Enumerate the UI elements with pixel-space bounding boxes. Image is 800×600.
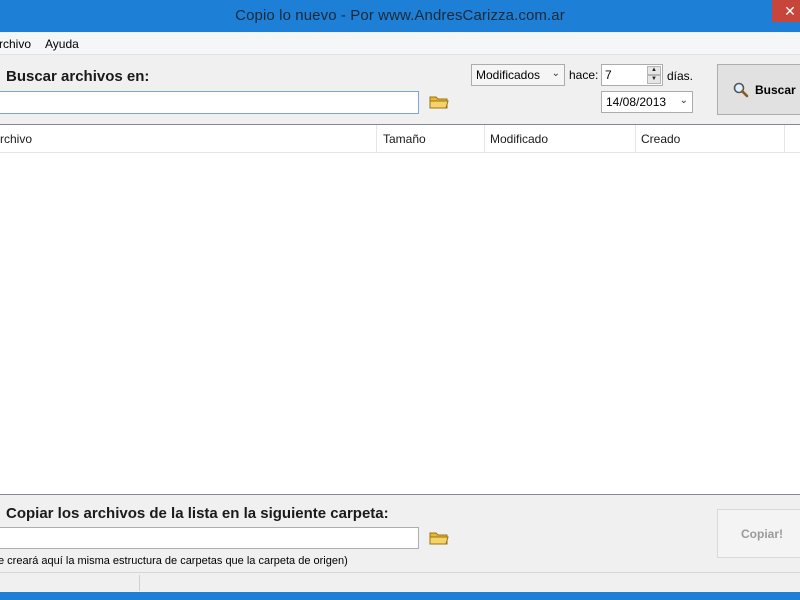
close-icon: ✕ (784, 3, 796, 19)
date-value: 14/08/2013 (606, 95, 667, 109)
search-button-label: Buscar (755, 82, 796, 97)
search-path-input[interactable] (0, 91, 419, 114)
chevron-down-icon: ⌄ (551, 68, 560, 79)
stepper-up-button[interactable]: ▲ (647, 66, 661, 75)
browse-copy-folder-button[interactable] (427, 527, 451, 549)
days-value: 7 (605, 68, 612, 82)
status-separator (139, 575, 140, 591)
menu-bar: rchivo Ayuda (0, 33, 800, 55)
status-bar (0, 572, 800, 592)
folder-icon (429, 532, 449, 545)
search-section-label: Buscar archivos en: (6, 68, 150, 85)
folder-icon (429, 96, 449, 109)
title-bar[interactable]: Copio lo nuevo - Por www.AndresCarizza.c… (0, 0, 800, 32)
window-bottom-frame (0, 592, 800, 600)
column-header-modificado[interactable]: Modificado (486, 125, 636, 153)
copy-note: e creará aquí la misma estructura de car… (0, 555, 348, 567)
column-header-archivo[interactable]: rchivo (0, 125, 377, 153)
close-button[interactable]: ✕ (772, 0, 800, 22)
copy-button[interactable]: Copiar! (717, 509, 800, 558)
search-button[interactable]: Buscar (717, 64, 800, 115)
column-header-tamano[interactable]: Tamaño (379, 125, 485, 153)
copy-path-field[interactable] (0, 528, 418, 548)
copy-section-label: Copiar los archivos de la lista en la si… (6, 505, 389, 522)
file-list[interactable]: rchivo Tamaño Modificado Creado (0, 124, 800, 495)
menu-ayuda[interactable]: Ayuda (45, 37, 79, 51)
magnifier-icon (733, 82, 749, 97)
copy-button-label: Copiar! (741, 526, 783, 541)
date-picker[interactable]: 14/08/2013 ⌄ (601, 91, 693, 113)
browse-search-folder-button[interactable] (427, 91, 451, 113)
menu-archivo[interactable]: rchivo (0, 37, 31, 51)
header-divider (0, 152, 800, 153)
window-title: Copio lo nuevo - Por www.AndresCarizza.c… (235, 7, 565, 24)
chevron-down-icon: ⌄ (679, 95, 688, 106)
search-path-field[interactable] (0, 92, 418, 113)
hace-label: hace: (569, 68, 599, 82)
stepper-down-button[interactable]: ▼ (647, 75, 661, 84)
filter-select-value: Modificados (476, 68, 541, 82)
filter-select[interactable]: Modificados ⌄ (471, 64, 565, 86)
column-header-creado[interactable]: Creado (637, 125, 785, 153)
days-stepper[interactable]: 7 ▲ ▼ (601, 64, 663, 86)
dias-label: días. (667, 69, 694, 83)
copy-path-input[interactable] (0, 527, 419, 549)
